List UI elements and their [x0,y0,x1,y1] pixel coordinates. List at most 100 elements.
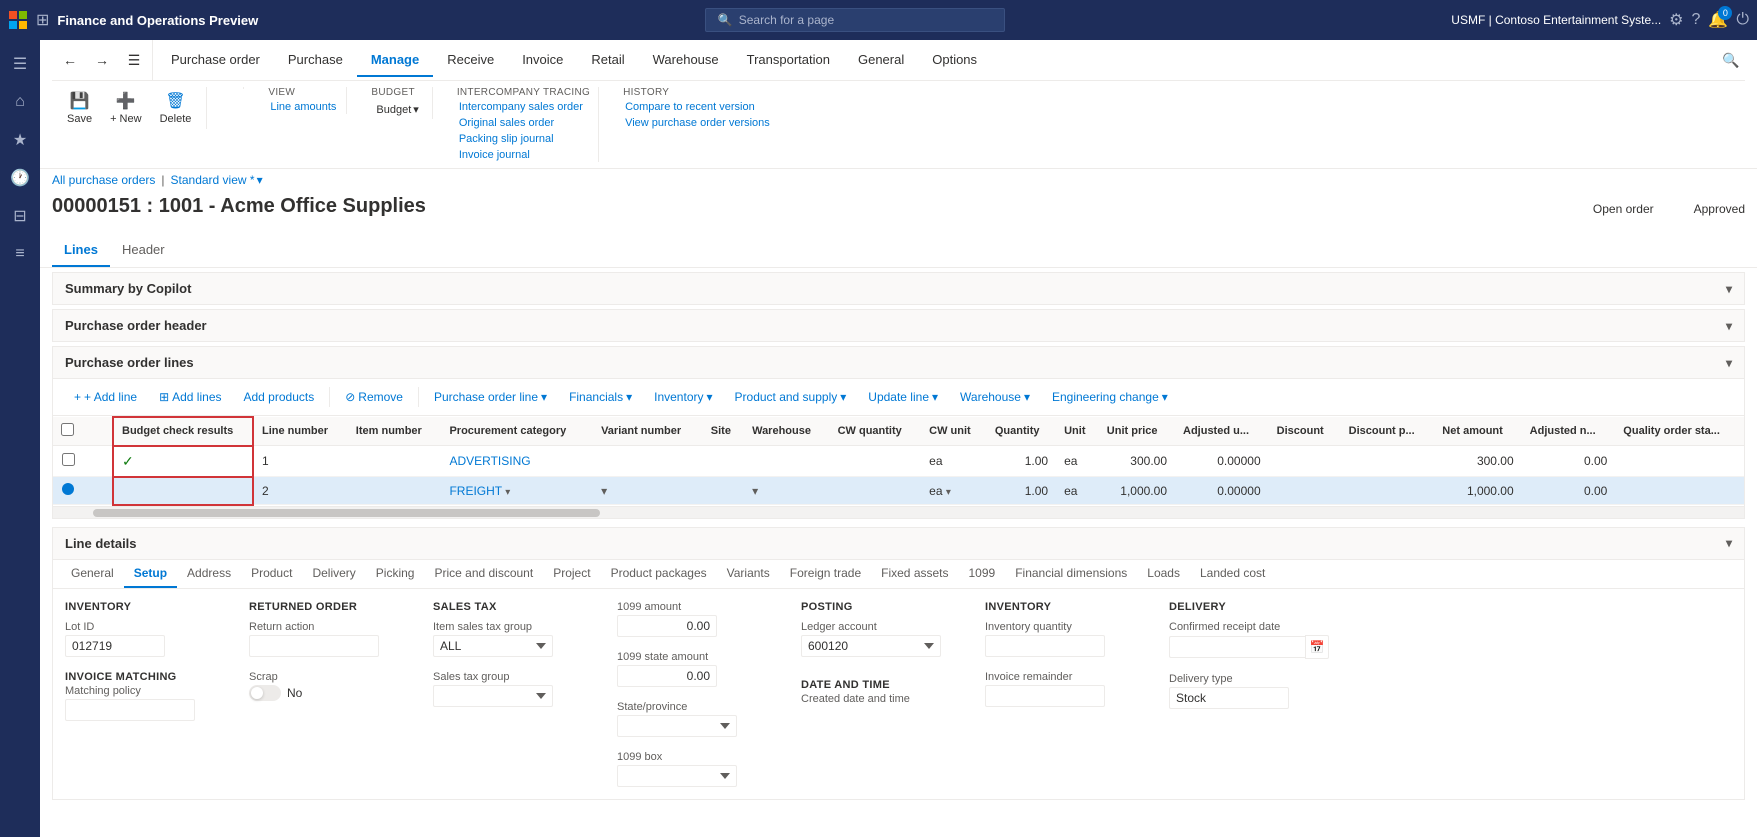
line-amounts-button[interactable]: Line amounts [268,100,338,114]
line-tab-1099[interactable]: 1099 [959,560,1006,588]
warehouse-dropdown[interactable]: Warehouse ▾ [951,385,1039,409]
tab-purchase-order[interactable]: Purchase order [157,44,274,77]
financials-dropdown[interactable]: Financials ▾ [560,385,641,409]
row2-unit-dropdown[interactable]: ▾ [946,487,951,498]
sidebar-workspaces[interactable]: ⊟ [2,200,38,232]
row2-warehouse-dropdown[interactable]: ▾ [752,484,758,498]
ledger-account-select[interactable]: 600120 [801,635,941,657]
line-tab-financial-dimensions[interactable]: Financial dimensions [1005,560,1137,588]
matching-policy-input[interactable] [65,699,195,721]
1099-box-select[interactable] [617,765,737,787]
sidebar-favorites[interactable]: ★ [2,124,38,156]
table-scroll-container[interactable]: Budget check results Line number Item nu… [53,416,1744,506]
back-button[interactable]: ← [56,46,84,74]
row2-procurement-cat[interactable]: FREIGHT ▾ [441,477,593,505]
update-line-dropdown[interactable]: Update line ▾ [859,385,947,409]
row2-variant-dropdown[interactable]: ▾ [601,484,607,498]
confirmed-receipt-calendar-icon[interactable]: 📅 [1305,635,1329,659]
inventory-quantity-input[interactable] [985,635,1105,657]
line-tab-address[interactable]: Address [177,560,241,588]
line-tab-product-packages[interactable]: Product packages [601,560,717,588]
invoice-journal-button[interactable]: Invoice journal [457,148,585,162]
tab-retail[interactable]: Retail [577,44,638,77]
sidebar-home[interactable]: ☰ [2,48,38,80]
item-sales-tax-select[interactable]: ALL [433,635,553,657]
add-lines-button[interactable]: ⊞ Add lines [150,385,230,409]
po-lines-collapse-button[interactable]: Purchase order lines ▾ [52,346,1745,379]
line-tab-product[interactable]: Product [241,560,302,588]
help-icon[interactable]: ? [1692,11,1701,29]
purchase-order-line-dropdown[interactable]: Purchase order line ▾ [425,385,556,409]
breadcrumb-all-purchase-orders[interactable]: All purchase orders [52,173,155,187]
tab-invoice[interactable]: Invoice [508,44,577,77]
line-tab-project[interactable]: Project [543,560,600,588]
add-line-button[interactable]: + + Add line [65,385,146,409]
1099-amount-input[interactable] [617,615,717,637]
delivery-type-input[interactable] [1169,687,1289,709]
row1-procurement-cat[interactable]: ADVERTISING [441,446,593,477]
table-row[interactable]: ✓ 1 ADVERTISING ea 1.00 [53,446,1744,477]
original-sales-order-button[interactable]: Original sales order [457,116,585,130]
confirmed-receipt-input[interactable] [1169,636,1305,658]
packing-slip-journal-button[interactable]: Packing slip journal [457,132,585,146]
remove-button[interactable]: ⊘ Remove [336,385,412,409]
table-row[interactable]: 2 FREIGHT ▾ ▾ [53,477,1744,505]
tab-manage[interactable]: Manage [357,44,433,77]
ribbon-search-button[interactable]: 🔍 [1717,46,1745,74]
return-action-input[interactable] [249,635,379,657]
line-details-collapse-button[interactable]: Line details ▾ [53,528,1744,560]
compare-recent-button[interactable]: Compare to recent version [623,100,772,114]
save-button[interactable]: 💾 Save [60,87,99,129]
delete-button[interactable]: 🗑 Delete [153,87,199,129]
tab-warehouse[interactable]: Warehouse [639,44,733,77]
intercompany-sales-order-button[interactable]: Intercompany sales order [457,100,585,114]
engineering-change-dropdown[interactable]: Engineering change ▾ [1043,385,1177,409]
tab-header[interactable]: Header [110,234,177,267]
sidebar-dashboard[interactable]: ⌂ [2,86,38,118]
line-tab-variants[interactable]: Variants [717,560,780,588]
tab-options[interactable]: Options [918,44,991,77]
sidebar-recent[interactable]: 🕐 [2,162,38,194]
state-province-select[interactable] [617,715,737,737]
tab-general[interactable]: General [844,44,918,77]
line-tab-landed-cost[interactable]: Landed cost [1190,560,1275,588]
line-tab-price-discount[interactable]: Price and discount [424,560,543,588]
row2-checkbox-cell[interactable] [53,477,83,505]
line-tab-fixed-assets[interactable]: Fixed assets [871,560,958,588]
summary-by-copilot-header[interactable]: Summary by Copilot ▾ [52,272,1745,305]
line-tab-loads[interactable]: Loads [1137,560,1190,588]
invoice-remainder-input[interactable] [985,685,1105,707]
sidebar-modules[interactable]: ≡ [2,238,38,270]
tab-purchase[interactable]: Purchase [274,44,357,77]
app-grid-icon[interactable]: ⊞ [36,10,49,30]
add-products-button[interactable]: Add products [235,385,324,409]
budget-dropdown[interactable]: Budget ▾ [371,100,423,119]
inventory-dropdown[interactable]: Inventory ▾ [645,385,721,409]
scrollbar-thumb[interactable] [93,509,600,517]
row1-checkbox[interactable] [62,453,75,466]
product-and-supply-dropdown[interactable]: Product and supply ▾ [726,385,856,409]
purchase-order-link[interactable] [231,87,235,89]
row2-dropdown-icon[interactable]: ▾ [505,487,510,498]
col-select-all[interactable] [53,417,83,446]
scrap-toggle[interactable] [249,685,281,701]
po-header-collapse-button[interactable]: Purchase order header ▾ [52,309,1745,342]
select-all-checkbox[interactable] [61,423,74,436]
search-bar[interactable]: 🔍 Search for a page [705,8,1005,32]
table-scrollbar[interactable] [53,506,1744,518]
tab-transportation[interactable]: Transportation [733,44,844,77]
breadcrumb-view-selector[interactable]: Standard view * ▾ [171,173,263,187]
row1-checkbox-cell[interactable] [53,446,83,477]
settings-icon[interactable]: ⚙ [1669,10,1683,30]
view-po-versions-button[interactable]: View purchase order versions [623,116,772,130]
list-view-button[interactable]: ☰ [120,46,148,74]
line-tab-delivery[interactable]: Delivery [302,560,365,588]
line-tab-setup[interactable]: Setup [124,560,177,588]
power-icon[interactable]: ⏻ [1736,11,1749,29]
lot-id-input[interactable] [65,635,165,657]
new-button[interactable]: ➕ + New [103,87,149,129]
notification-icon[interactable]: 🔔 0 [1708,10,1728,30]
1099-state-amount-input[interactable] [617,665,717,687]
tab-lines[interactable]: Lines [52,234,110,267]
tab-receive[interactable]: Receive [433,44,508,77]
